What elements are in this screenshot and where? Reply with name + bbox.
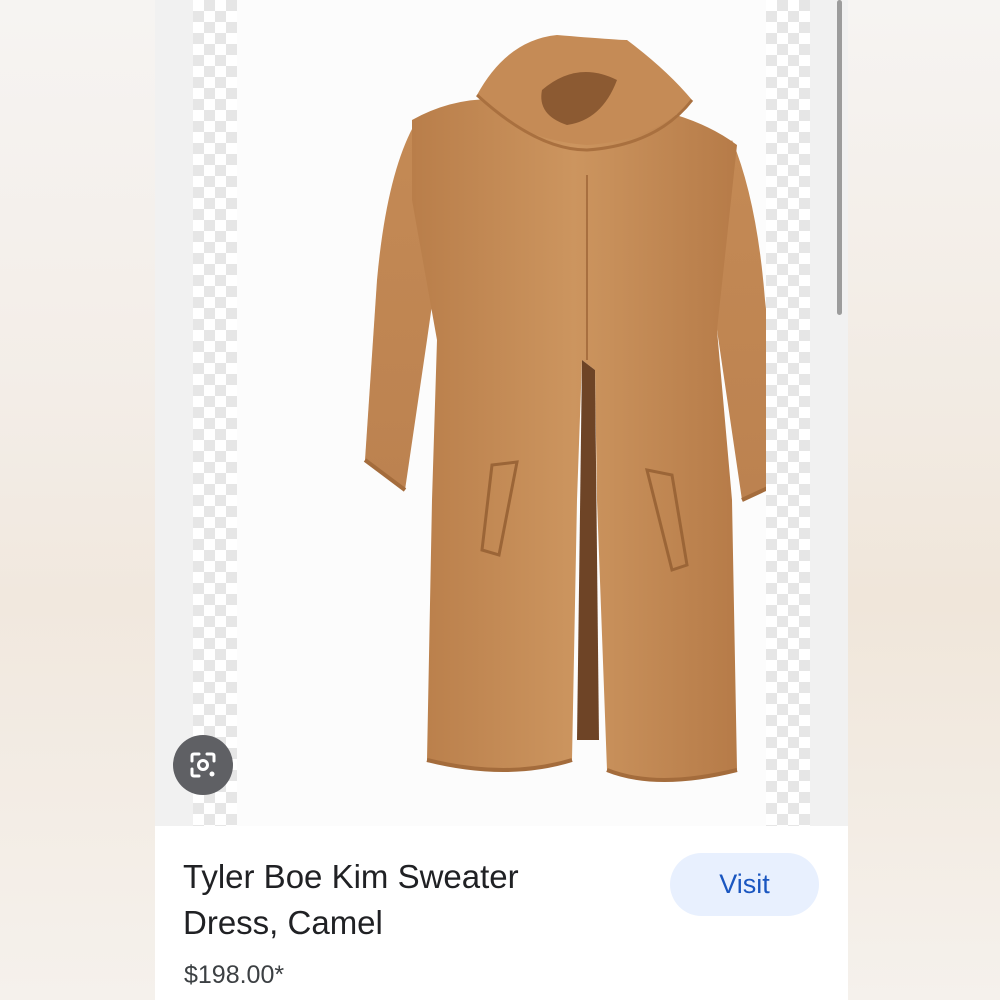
google-lens-button[interactable] [173,735,233,795]
product-info-panel: Tyler Boe Kim Sweater Dress, Camel $198.… [155,826,848,1000]
transparency-pattern-left [193,0,237,826]
blurred-background-right [848,0,1000,1000]
product-image[interactable] [237,0,766,826]
product-title[interactable]: Tyler Boe Kim Sweater Dress, Camel [183,854,603,946]
sweater-dress-illustration [363,35,766,782]
transparency-pattern-right [766,0,810,826]
product-price: $198.00* [184,961,285,989]
screenshot-frame: Tyler Boe Kim Sweater Dress, Camel $198.… [0,0,1000,1000]
google-lens-icon [190,752,216,778]
blurred-background-left [0,0,155,1000]
visit-button[interactable]: Visit [670,853,819,916]
product-image-area[interactable] [155,0,848,826]
scrollbar-thumb[interactable] [837,0,842,315]
product-result-card[interactable]: Tyler Boe Kim Sweater Dress, Camel $198.… [155,0,848,1000]
